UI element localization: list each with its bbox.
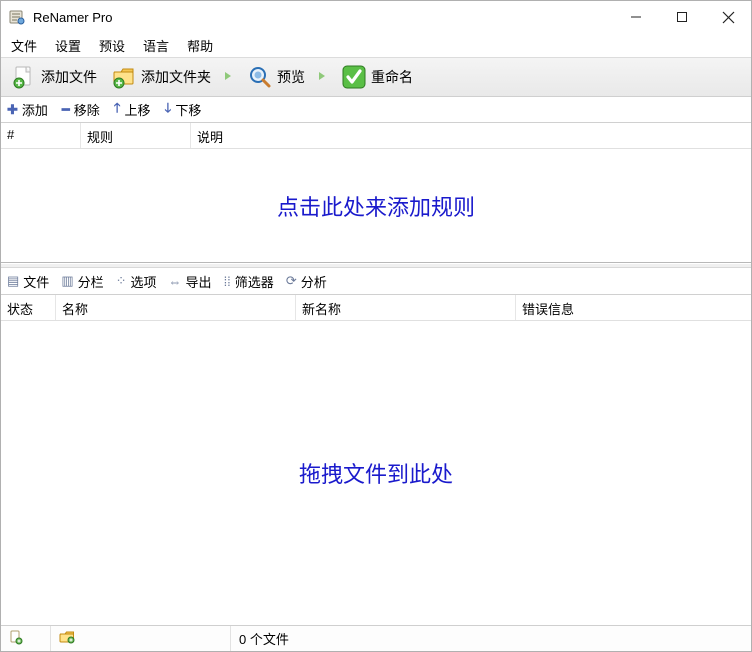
menu-file[interactable]: 文件 (11, 36, 37, 55)
arrow-down-icon: 🡓 (165, 99, 172, 121)
window-title: ReNamer Pro (33, 10, 112, 25)
arrow-separator-icon (221, 69, 237, 85)
analyze-icon: ⟳ (286, 273, 297, 289)
preview-button[interactable]: 预览 (243, 62, 309, 92)
files-filter-label: 筛选器 (235, 272, 274, 291)
menu-presets[interactable]: 预设 (99, 36, 125, 55)
files-placeholder: 拖拽文件到此处 (299, 457, 453, 489)
rules-panel: # 规则 说明 点击此处来添加规则 (1, 123, 751, 263)
files-toolbar: ▤ 文件 ▥ 分栏 ⁘ 选项 ⇔ 导出 ⁞⁞ 筛选器 ⟳ 分析 (1, 268, 751, 294)
files-files-button[interactable]: ▤ 文件 (7, 272, 49, 291)
add-folders-label: 添加文件夹 (141, 67, 211, 87)
status-count: 0 个文件 (231, 626, 751, 651)
rename-label: 重命名 (371, 67, 413, 87)
options-icon: ⁘ (116, 273, 127, 289)
files-options-label: 选项 (131, 272, 157, 291)
menubar: 文件 设置 预设 语言 帮助 (1, 33, 751, 57)
rename-button[interactable]: 重命名 (337, 62, 417, 92)
status-file-icon-cell (1, 626, 51, 651)
filter-icon: ⁞⁞ (224, 274, 231, 289)
preview-icon (247, 64, 273, 90)
rules-add-button[interactable]: ✚ 添加 (7, 100, 48, 119)
rules-col-rule[interactable]: 规则 (81, 123, 191, 148)
app-window: ReNamer Pro 文件 设置 预设 语言 帮助 (0, 0, 752, 652)
add-files-icon (11, 64, 37, 90)
status-file-icon (9, 630, 23, 647)
files-export-button[interactable]: ⇔ 导出 (169, 272, 212, 291)
add-files-button[interactable]: 添加文件 (7, 62, 101, 92)
files-files-label: 文件 (23, 272, 49, 291)
minimize-button[interactable] (613, 1, 659, 33)
menu-help[interactable]: 帮助 (187, 36, 213, 55)
status-folder-icon (59, 630, 75, 647)
rules-header: # 规则 说明 (1, 123, 751, 149)
maximize-button[interactable] (659, 1, 705, 33)
rules-remove-label: 移除 (74, 100, 100, 119)
files-header: 状态 名称 新名称 错误信息 (1, 295, 751, 321)
rename-icon (341, 64, 367, 90)
preview-label: 预览 (277, 67, 305, 87)
files-col-name[interactable]: 名称 (56, 295, 296, 320)
files-columns-button[interactable]: ▥ 分栏 (61, 272, 103, 291)
list-icon: ▤ (7, 273, 19, 289)
rules-remove-button[interactable]: ━ 移除 (62, 100, 100, 119)
rules-body[interactable]: 点击此处来添加规则 (1, 149, 751, 262)
rules-toolbar: ✚ 添加 ━ 移除 🡑 上移 🡓 下移 (1, 97, 751, 123)
files-col-status[interactable]: 状态 (1, 295, 56, 320)
close-button[interactable] (705, 1, 751, 33)
arrow-separator-icon (315, 69, 331, 85)
rules-placeholder: 点击此处来添加规则 (277, 190, 475, 222)
files-options-button[interactable]: ⁘ 选项 (116, 272, 157, 291)
export-icon: ⇔ (169, 274, 182, 289)
files-col-newname[interactable]: 新名称 (296, 295, 516, 320)
menu-settings[interactable]: 设置 (55, 36, 81, 55)
rules-add-label: 添加 (22, 100, 48, 119)
status-folder-icon-cell (51, 626, 231, 651)
files-col-error[interactable]: 错误信息 (516, 295, 751, 320)
statusbar: 0 个文件 (1, 625, 751, 651)
rules-col-num[interactable]: # (1, 123, 81, 148)
window-controls (613, 1, 751, 33)
plus-icon: ✚ (7, 102, 18, 118)
arrow-up-icon: 🡑 (114, 99, 121, 121)
main-toolbar: 添加文件 添加文件夹 (1, 57, 751, 97)
app-icon (9, 9, 25, 25)
files-panel: 状态 名称 新名称 错误信息 拖拽文件到此处 (1, 294, 751, 625)
files-analyze-button[interactable]: ⟳ 分析 (286, 272, 327, 291)
files-analyze-label: 分析 (301, 272, 327, 291)
rules-down-label: 下移 (175, 100, 201, 119)
add-folders-button[interactable]: 添加文件夹 (107, 62, 215, 92)
minus-icon: ━ (62, 102, 70, 118)
titlebar: ReNamer Pro (1, 1, 751, 33)
menu-language[interactable]: 语言 (143, 36, 169, 55)
files-filter-button[interactable]: ⁞⁞ 筛选器 (224, 272, 274, 291)
add-files-label: 添加文件 (41, 67, 97, 87)
rules-down-button[interactable]: 🡓 下移 (165, 99, 202, 121)
columns-icon: ▥ (61, 273, 73, 289)
rules-up-button[interactable]: 🡑 上移 (114, 99, 151, 121)
add-folders-icon (111, 64, 137, 90)
rules-col-desc[interactable]: 说明 (191, 123, 751, 148)
files-body[interactable]: 拖拽文件到此处 (1, 321, 751, 625)
files-columns-label: 分栏 (78, 272, 104, 291)
rules-up-label: 上移 (125, 100, 151, 119)
files-export-label: 导出 (186, 272, 212, 291)
